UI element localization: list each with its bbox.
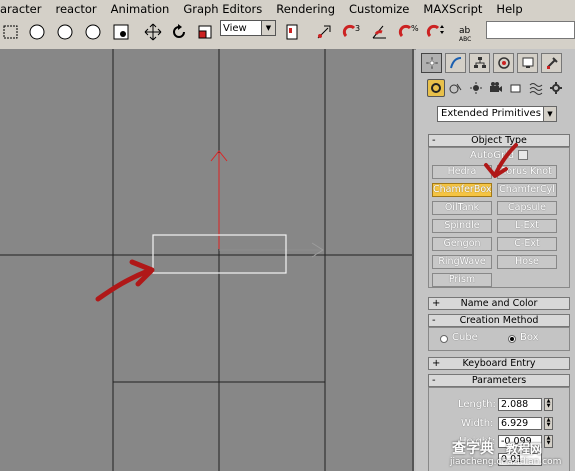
view-select-value: View [223,23,247,34]
display-tab[interactable] [517,53,538,73]
gengon-button[interactable]: Gengon [432,237,492,251]
rotate-icon[interactable] [168,21,190,43]
panel-annotation-arrow-icon [484,143,518,178]
svg-text:ABC: ABC [459,36,471,43]
menu-help[interactable]: Help [496,2,522,16]
chevron-down-icon: ▼ [543,107,556,121]
spindle-button[interactable]: Spindle [432,219,492,233]
watermark: 查字典 教程网 jiaocheng.chazidian.com [446,438,575,471]
name-color-rollout-header[interactable]: + Name and Color [428,297,570,310]
move-icon[interactable] [142,21,164,43]
menu-reactor[interactable]: reactor [55,2,96,16]
length-field[interactable]: 2.088 [498,398,542,411]
command-panel: Extended Primitives ▼ - Object Type AutoGr… [416,49,575,471]
parameters-title: Parameters [471,375,527,386]
expand-icon: + [432,298,441,309]
svg-text:3: 3 [355,24,360,33]
keyboard-entry-title: Keyboard Entry [462,358,536,369]
primitive-type-value: Extended Primitives [441,108,541,119]
create-tab[interactable] [421,53,442,73]
chevron-down-icon: ▼ [261,21,275,35]
oiltank-button[interactable]: OilTank [432,201,492,215]
keyboard-entry-rollout-header[interactable]: + Keyboard Entry [428,357,570,370]
menu-bar: aracter reactor Animation Graph Editors … [0,0,575,17]
utilities-tab[interactable] [541,53,562,73]
parameters-rollout-header[interactable]: - Parameters [428,374,570,387]
svg-text:%: % [411,24,419,33]
primitive-type-select[interactable]: Extended Primitives ▼ [437,106,557,122]
select-fence-icon[interactable] [54,21,76,43]
ringwave-button[interactable]: RingWave [432,255,492,269]
capsule-button[interactable]: Capsule [497,201,557,215]
menu-character[interactable]: aracter [0,2,41,16]
snap-3d-icon[interactable]: 3 [342,21,364,43]
menu-rendering[interactable]: Rendering [276,2,335,16]
prism-button[interactable]: Prism [432,273,492,287]
collapse-icon: - [432,135,436,146]
modify-tab[interactable] [445,53,466,73]
systems-icon[interactable] [547,79,565,97]
watermark-line1: 查字典 [452,441,494,457]
c-ext-button[interactable]: C-Ext [497,237,557,251]
shapes-icon[interactable] [447,79,465,97]
svg-text:ab: ab [459,26,471,36]
reference-coord-select[interactable]: View ▼ [220,20,276,36]
length-spinner-arrows[interactable]: ▲ ▼ [544,398,553,411]
select-circle-icon[interactable] [26,21,48,43]
menu-customize[interactable]: Customize [349,2,409,16]
cube-label: Cube [452,332,478,343]
creation-method-rollout-header[interactable]: - Creation Method [428,314,570,327]
box-label: Box [520,332,539,343]
panel-tabs [421,53,573,73]
lights-icon[interactable] [467,79,485,97]
l-ext-button[interactable]: L-Ext [497,219,557,233]
watermark-line2: 教程网 [506,442,543,456]
scale-icon[interactable] [194,21,216,43]
collapse-icon: - [432,315,436,326]
motion-tab[interactable] [493,53,514,73]
spacewarps-icon[interactable] [527,79,545,97]
cube-radio[interactable] [440,335,448,343]
creation-method-title: Creation Method [459,315,539,326]
width-field[interactable]: 6.929 [498,417,542,430]
menu-graph-editors[interactable]: Graph Editors [183,2,262,16]
select-paint-icon[interactable] [110,21,132,43]
select-region-icon[interactable] [0,21,22,43]
creation-method-rollout [428,327,570,351]
name-color-title: Name and Color [460,298,538,309]
expand-icon: + [432,358,441,369]
cameras-icon[interactable] [487,79,505,97]
edit-named-sel-icon[interactable]: ab ABC [456,21,478,43]
select-manipulate-icon[interactable] [313,21,335,43]
hierarchy-tab[interactable] [469,53,490,73]
named-selection-input[interactable] [486,21,575,39]
length-label: Length: [458,399,496,410]
hose-button[interactable]: Hose [497,255,557,269]
collapse-icon: - [432,375,436,386]
pivot-icon[interactable] [281,21,303,43]
spinner-snap-icon[interactable] [426,21,448,43]
watermark-url: jiaocheng.chazidian.com [450,457,562,467]
width-spinner-arrows[interactable]: ▲ ▼ [544,417,553,430]
main-toolbar: View ▼ 3 % ab ABC [0,17,575,50]
width-label: Width: [461,418,494,429]
helpers-icon[interactable] [507,79,525,97]
angle-snap-icon[interactable] [370,21,392,43]
percent-snap-icon[interactable]: % [398,21,420,43]
box-radio[interactable] [508,335,516,343]
menu-animation[interactable]: Animation [111,2,170,16]
create-category-row [425,79,571,97]
select-lasso-icon[interactable] [82,21,104,43]
menu-maxscript[interactable]: MAXScript [423,2,482,16]
viewport-top[interactable] [0,49,414,471]
geometry-icon[interactable] [427,79,445,97]
